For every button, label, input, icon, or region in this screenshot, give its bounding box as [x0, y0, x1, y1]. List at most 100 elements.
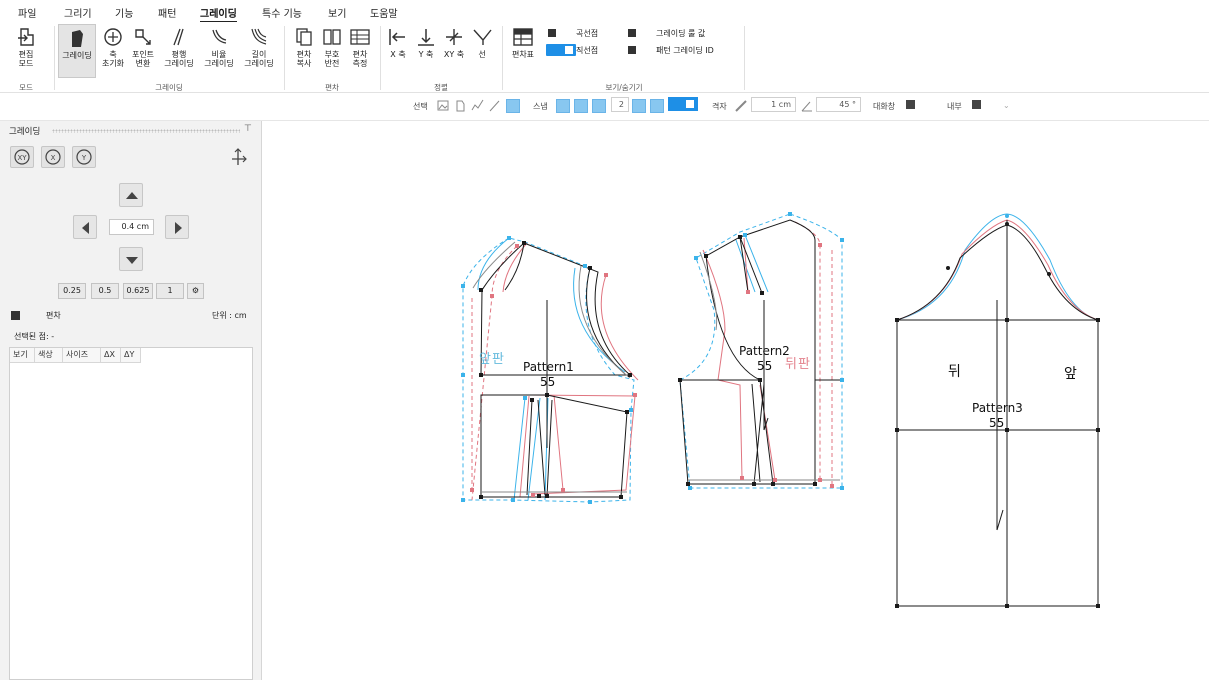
dialog-label: 대화창: [873, 102, 896, 111]
dialog-checkbox[interactable]: [906, 100, 915, 109]
image-select-icon[interactable]: [437, 100, 449, 111]
ribbon: 편집 모드 모드 그레이딩 축 초기화 포인트 변환 평행 그레이딩 비율 그레…: [0, 22, 1209, 93]
snap-curve-button[interactable]: [632, 99, 646, 113]
length-grading-button[interactable]: 길이 그레이딩: [240, 26, 278, 68]
parallel-grading-button[interactable]: 평행 그레이딩: [160, 26, 198, 68]
y-circle-icon: Y: [76, 149, 92, 165]
selected-point-label: 선택된 점: -: [14, 332, 55, 341]
gear-icon: ⚙: [191, 286, 200, 295]
ratio-grading-button[interactable]: 비율 그레이딩: [200, 26, 238, 68]
pattern2-name: Pattern2: [739, 344, 790, 358]
grading-button[interactable]: 그레이딩: [58, 24, 96, 78]
menu-pattern[interactable]: 패턴: [158, 5, 176, 20]
piece-copy-button[interactable]: 편차 복사: [290, 26, 318, 68]
step-value-input[interactable]: 0.4 cm: [109, 219, 154, 235]
menu-view[interactable]: 보기: [328, 5, 346, 20]
panel-grip[interactable]: [52, 129, 240, 133]
deviation-table-button[interactable]: 편차표: [508, 26, 538, 59]
piece-label: 편차: [46, 311, 61, 320]
grade-y-button[interactable]: Y: [72, 146, 96, 168]
quick-step-0.5[interactable]: 0.5: [91, 283, 119, 299]
length-grading-label: 길이 그레이딩: [244, 50, 274, 68]
menu-file[interactable]: 파일: [18, 5, 36, 20]
pattern-grading-id-label: 패턴 그레이딩 ID: [656, 46, 714, 55]
menu-help[interactable]: 도움말: [370, 5, 398, 20]
point-convert-button[interactable]: 포인트 변환: [128, 26, 158, 68]
pattern-canvas[interactable]: 앞판 Pattern1 55 Pattern2 55 뒤판 뒤 앞 Patter…: [263, 121, 1209, 680]
col-view[interactable]: 보기: [10, 348, 35, 363]
quick-step-1[interactable]: 1: [156, 283, 184, 299]
point-convert-label: 포인트 변환: [131, 50, 155, 68]
straight-point-toggle[interactable]: 직선점: [546, 44, 618, 56]
move-right-button[interactable]: [165, 215, 189, 239]
overflow-icon[interactable]: ⌄: [1003, 101, 1010, 110]
line-select-icon[interactable]: [488, 99, 501, 112]
pin-icon[interactable]: ⊤: [244, 124, 252, 134]
parallel-grading-label: 평행 그레이딩: [164, 50, 194, 68]
col-color[interactable]: 색상: [35, 348, 63, 363]
sign-flip-icon: [323, 29, 341, 45]
sign-flip-button[interactable]: 부호 반전: [318, 26, 346, 68]
group-divider: [744, 26, 745, 90]
axis-direction-icon[interactable]: [229, 146, 249, 168]
snap-midpoint-button[interactable]: [592, 99, 606, 113]
piece-measure-button[interactable]: 편차 측정: [346, 26, 374, 68]
group-align-label: 정렬: [434, 83, 448, 92]
y-axis-button[interactable]: Y 축: [414, 26, 438, 59]
curve-point-toggle[interactable]: 곡선점: [548, 28, 618, 39]
snap-divide-count[interactable]: 2: [611, 97, 629, 112]
grading-label: 그레이딩: [62, 51, 92, 60]
axis-reset-icon: [104, 28, 122, 46]
menu-special[interactable]: 특수 기능: [262, 5, 302, 20]
point-select-button[interactable]: [506, 99, 520, 113]
edit-mode-button[interactable]: 편집 모드: [8, 26, 44, 68]
menu-grading[interactable]: 그레이딩: [200, 5, 237, 23]
grid-label: 격자: [712, 102, 727, 111]
group-grading-label: 그레이딩: [155, 83, 183, 92]
snap-toggle[interactable]: [668, 97, 698, 111]
grading-panel: 그레이딩 ⊤ XY X Y 0.4 cm 0.25 0.5 0.625 1 ⚙ …: [0, 121, 262, 680]
snap-intersection-button[interactable]: [574, 99, 588, 113]
ruler-icon: [735, 100, 747, 112]
x-axis-button[interactable]: X 축: [386, 26, 410, 59]
y-axis-label: Y 축: [418, 50, 434, 59]
axis-reset-button[interactable]: 축 초기화: [98, 26, 128, 68]
col-dx[interactable]: ΔX: [101, 348, 121, 363]
pattern-grading-id-toggle[interactable]: 패턴 그레이딩 ID: [628, 45, 738, 56]
grading-value-toggle[interactable]: 그레이딩 룰 값: [628, 28, 728, 39]
xy-axis-button[interactable]: XY 축: [442, 26, 466, 59]
grade-xy-button[interactable]: XY: [10, 146, 34, 168]
piece-checkbox[interactable]: [11, 311, 20, 320]
triangle-left-icon: [82, 222, 89, 234]
menu-function[interactable]: 기능: [115, 5, 133, 20]
group-piece-label: 편차: [325, 83, 339, 92]
move-up-button[interactable]: [119, 183, 143, 207]
snap-center-button[interactable]: [650, 99, 664, 113]
grid-size-input[interactable]: 1 cm: [751, 97, 796, 112]
quick-step-0.25[interactable]: 0.25: [58, 283, 86, 299]
grading-table: 보기 색상 사이즈 ΔX ΔY: [9, 347, 253, 680]
group-divider: [380, 26, 381, 90]
pattern3-size: 55: [989, 416, 1005, 430]
col-dy[interactable]: ΔY: [121, 348, 141, 363]
axis-reset-label: 축 초기화: [101, 50, 125, 68]
menu-draw[interactable]: 그리기: [64, 5, 92, 20]
snap-endpoint-button[interactable]: [556, 99, 570, 113]
angle-input[interactable]: 45 °: [816, 97, 861, 112]
curve-select-icon[interactable]: [471, 99, 484, 112]
line-align-button[interactable]: 선: [470, 26, 494, 59]
line-align-label: 선: [478, 50, 486, 59]
inner-checkbox[interactable]: [972, 100, 981, 109]
quick-step-0.625[interactable]: 0.625: [123, 283, 153, 299]
piece-select-icon[interactable]: [454, 99, 466, 112]
edit-mode-icon: [18, 28, 34, 46]
ratio-grading-icon: [212, 29, 227, 44]
move-left-button[interactable]: [73, 215, 97, 239]
col-size[interactable]: 사이즈: [63, 348, 101, 363]
step-settings-button[interactable]: ⚙: [187, 283, 204, 299]
piece-copy-icon: [296, 28, 312, 46]
move-down-button[interactable]: [119, 247, 143, 271]
grade-x-button[interactable]: X: [41, 146, 65, 168]
curve-point-label: 곡선점: [576, 29, 599, 38]
triangle-up-icon: [126, 192, 138, 199]
